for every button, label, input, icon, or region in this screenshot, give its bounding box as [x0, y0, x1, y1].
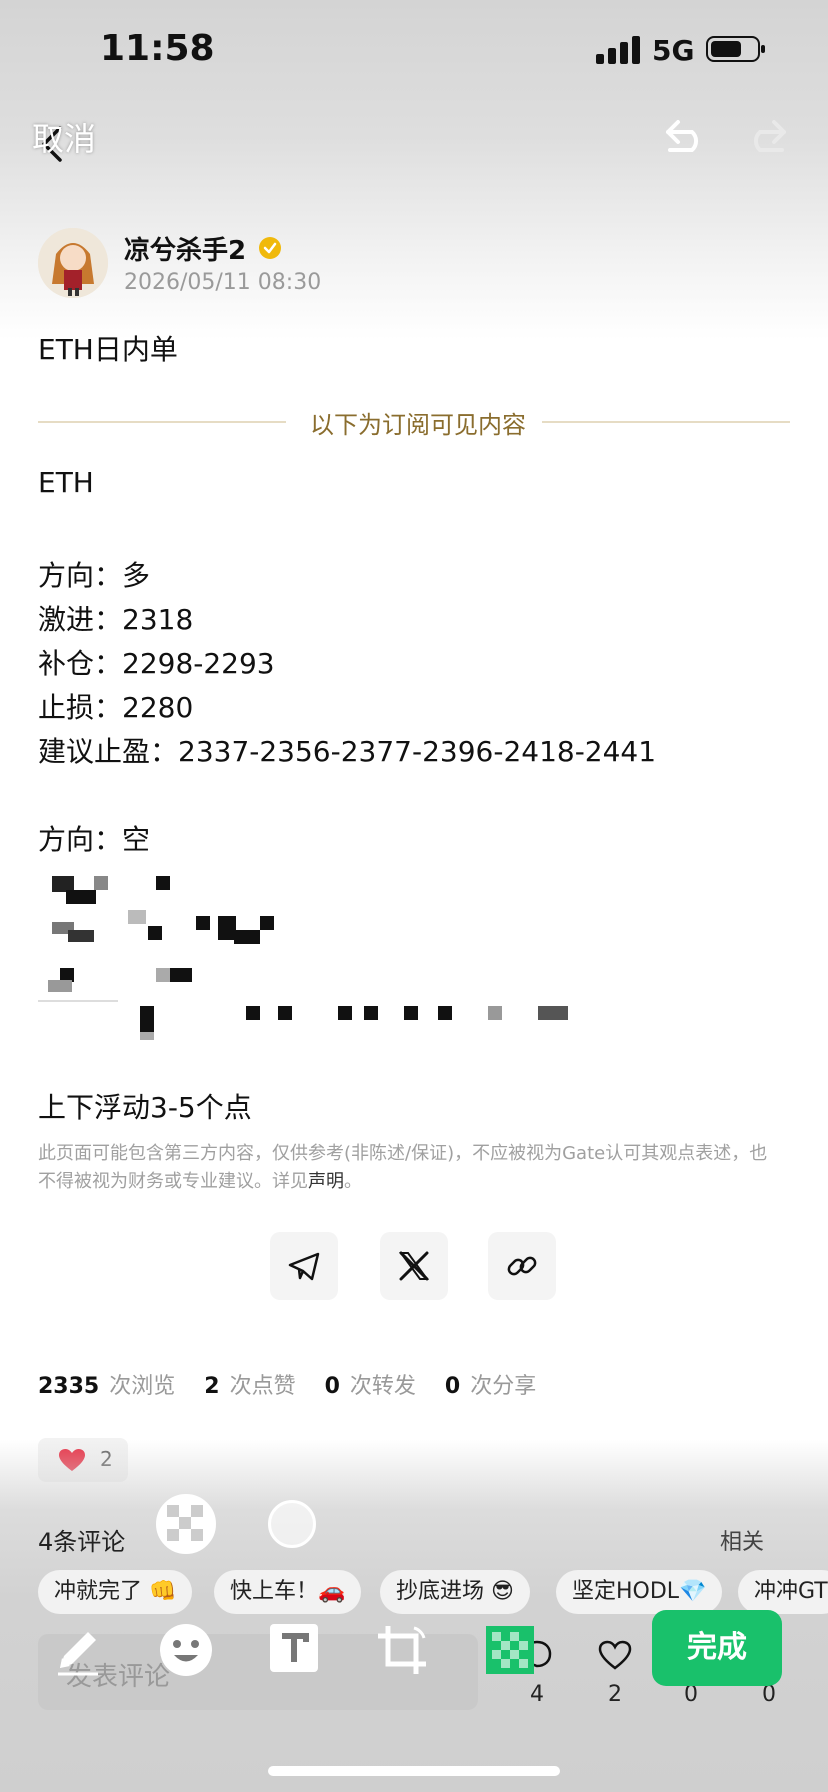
- subscriber-divider-label: 以下为订阅可见内容: [310, 411, 526, 439]
- blur-style-option[interactable]: [268, 1500, 316, 1548]
- undo-icon[interactable]: [662, 112, 708, 154]
- disclaimer-text: 此页面可能包含第三方内容，仅供参考(非陈述/保证)，不应被视为Gate认可其观点…: [38, 1143, 768, 1192]
- quick-reply-chip[interactable]: 快上车！🚗: [214, 1570, 362, 1614]
- shares-label: 次分享: [470, 1374, 537, 1399]
- pen-tool-icon[interactable]: [50, 1622, 106, 1678]
- copy-link-button[interactable]: [488, 1232, 556, 1300]
- text-tool-icon[interactable]: [268, 1622, 320, 1674]
- mosaic-style-option[interactable]: [156, 1494, 216, 1554]
- quick-reply-chip[interactable]: 抄底进场 😎: [380, 1570, 530, 1614]
- disclaimer-end: 。: [344, 1171, 362, 1192]
- content-line: 方向：空: [38, 823, 151, 856]
- disclaimer: 此页面可能包含第三方内容，仅供参考(非陈述/保证)，不应被视为Gate认可其观点…: [38, 1140, 778, 1196]
- content-line: 方向：多: [38, 559, 151, 592]
- comments-count: 4: [530, 1682, 544, 1707]
- battery-icon: [706, 36, 765, 62]
- views-label: 次浏览: [109, 1374, 176, 1399]
- share-telegram-button[interactable]: [270, 1232, 338, 1300]
- content-line: 补仓：2298-2293: [38, 647, 275, 680]
- post-date: 2026/05/11 08:30: [124, 270, 322, 295]
- verified-badge-icon: [259, 237, 281, 259]
- author-name[interactable]: 凉兮杀手2: [124, 230, 246, 267]
- post-headline: ETH日内单: [38, 333, 178, 366]
- content-line: ETH: [38, 466, 94, 499]
- share-x-button[interactable]: [380, 1232, 448, 1300]
- status-time: 11:58: [100, 28, 215, 69]
- content-line: 建议止盈：2337-2356-2377-2396-2418-2441: [38, 735, 657, 768]
- redacted-mosaic: [38, 870, 698, 1040]
- shares-count: 0: [444, 1374, 461, 1399]
- network-label: 5G: [652, 34, 695, 67]
- divider-line-right: [542, 421, 790, 423]
- post-stats: 2335 次浏览 2 次点赞 0 次转发 0 次分享: [38, 1368, 558, 1400]
- content-line: 激进：2318: [38, 603, 194, 636]
- quick-reply-chip[interactable]: 冲冲GT: [738, 1570, 828, 1614]
- emoji-tool-icon[interactable]: [158, 1622, 214, 1678]
- quick-reply-chip[interactable]: 坚定HODL💎: [556, 1570, 723, 1614]
- telegram-icon: [288, 1252, 320, 1281]
- x-logo-icon: [399, 1251, 429, 1281]
- reposts-count: 0: [324, 1374, 340, 1399]
- views-count: 2335: [38, 1374, 100, 1399]
- comments-heading: 4条评论: [38, 1528, 126, 1556]
- content-line: 止损：2280: [38, 691, 194, 724]
- like-icon[interactable]: [598, 1640, 632, 1670]
- cancel-button[interactable]: 取消: [32, 114, 96, 160]
- likes-bottom-count: 2: [608, 1682, 622, 1707]
- signal-icon: [596, 34, 640, 64]
- redo-icon[interactable]: [744, 112, 790, 154]
- reposts-label: 次转发: [349, 1374, 416, 1399]
- divider-line-left: [38, 421, 286, 423]
- likes-label: 次点赞: [229, 1374, 296, 1399]
- author-avatar[interactable]: [38, 228, 108, 298]
- likes-count: 2: [204, 1374, 220, 1399]
- link-icon: [507, 1256, 537, 1276]
- home-indicator: [268, 1766, 560, 1776]
- mosaic-tool-icon[interactable]: [486, 1626, 534, 1674]
- quick-reply-chip[interactable]: 冲就完了 👊: [38, 1570, 193, 1614]
- crop-tool-icon[interactable]: [374, 1622, 430, 1678]
- status-bar: 11:58 5G: [0, 0, 828, 100]
- disclaimer-link[interactable]: 声明: [308, 1171, 344, 1192]
- sort-related-dropdown[interactable]: 相关: [720, 1524, 764, 1556]
- content-line: 上下浮动3-5个点: [38, 1091, 252, 1124]
- done-button[interactable]: 完成: [652, 1610, 782, 1686]
